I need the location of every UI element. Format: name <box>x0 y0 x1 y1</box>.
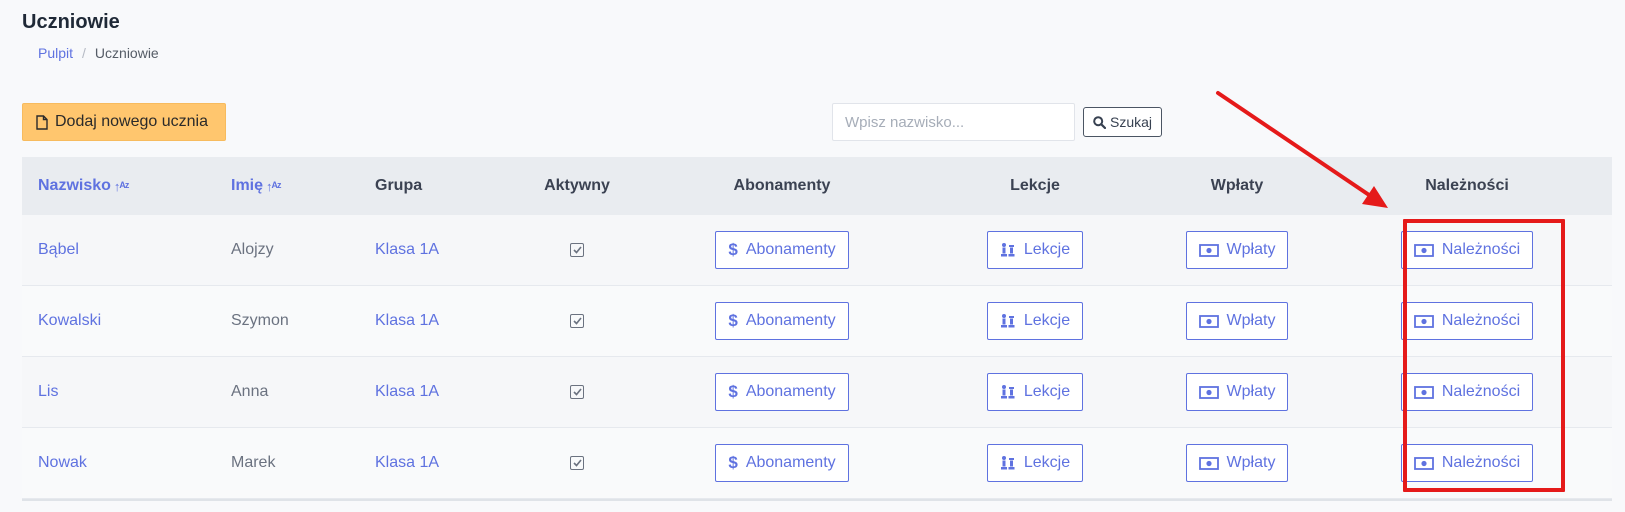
annotation-arrow <box>1216 91 1388 208</box>
